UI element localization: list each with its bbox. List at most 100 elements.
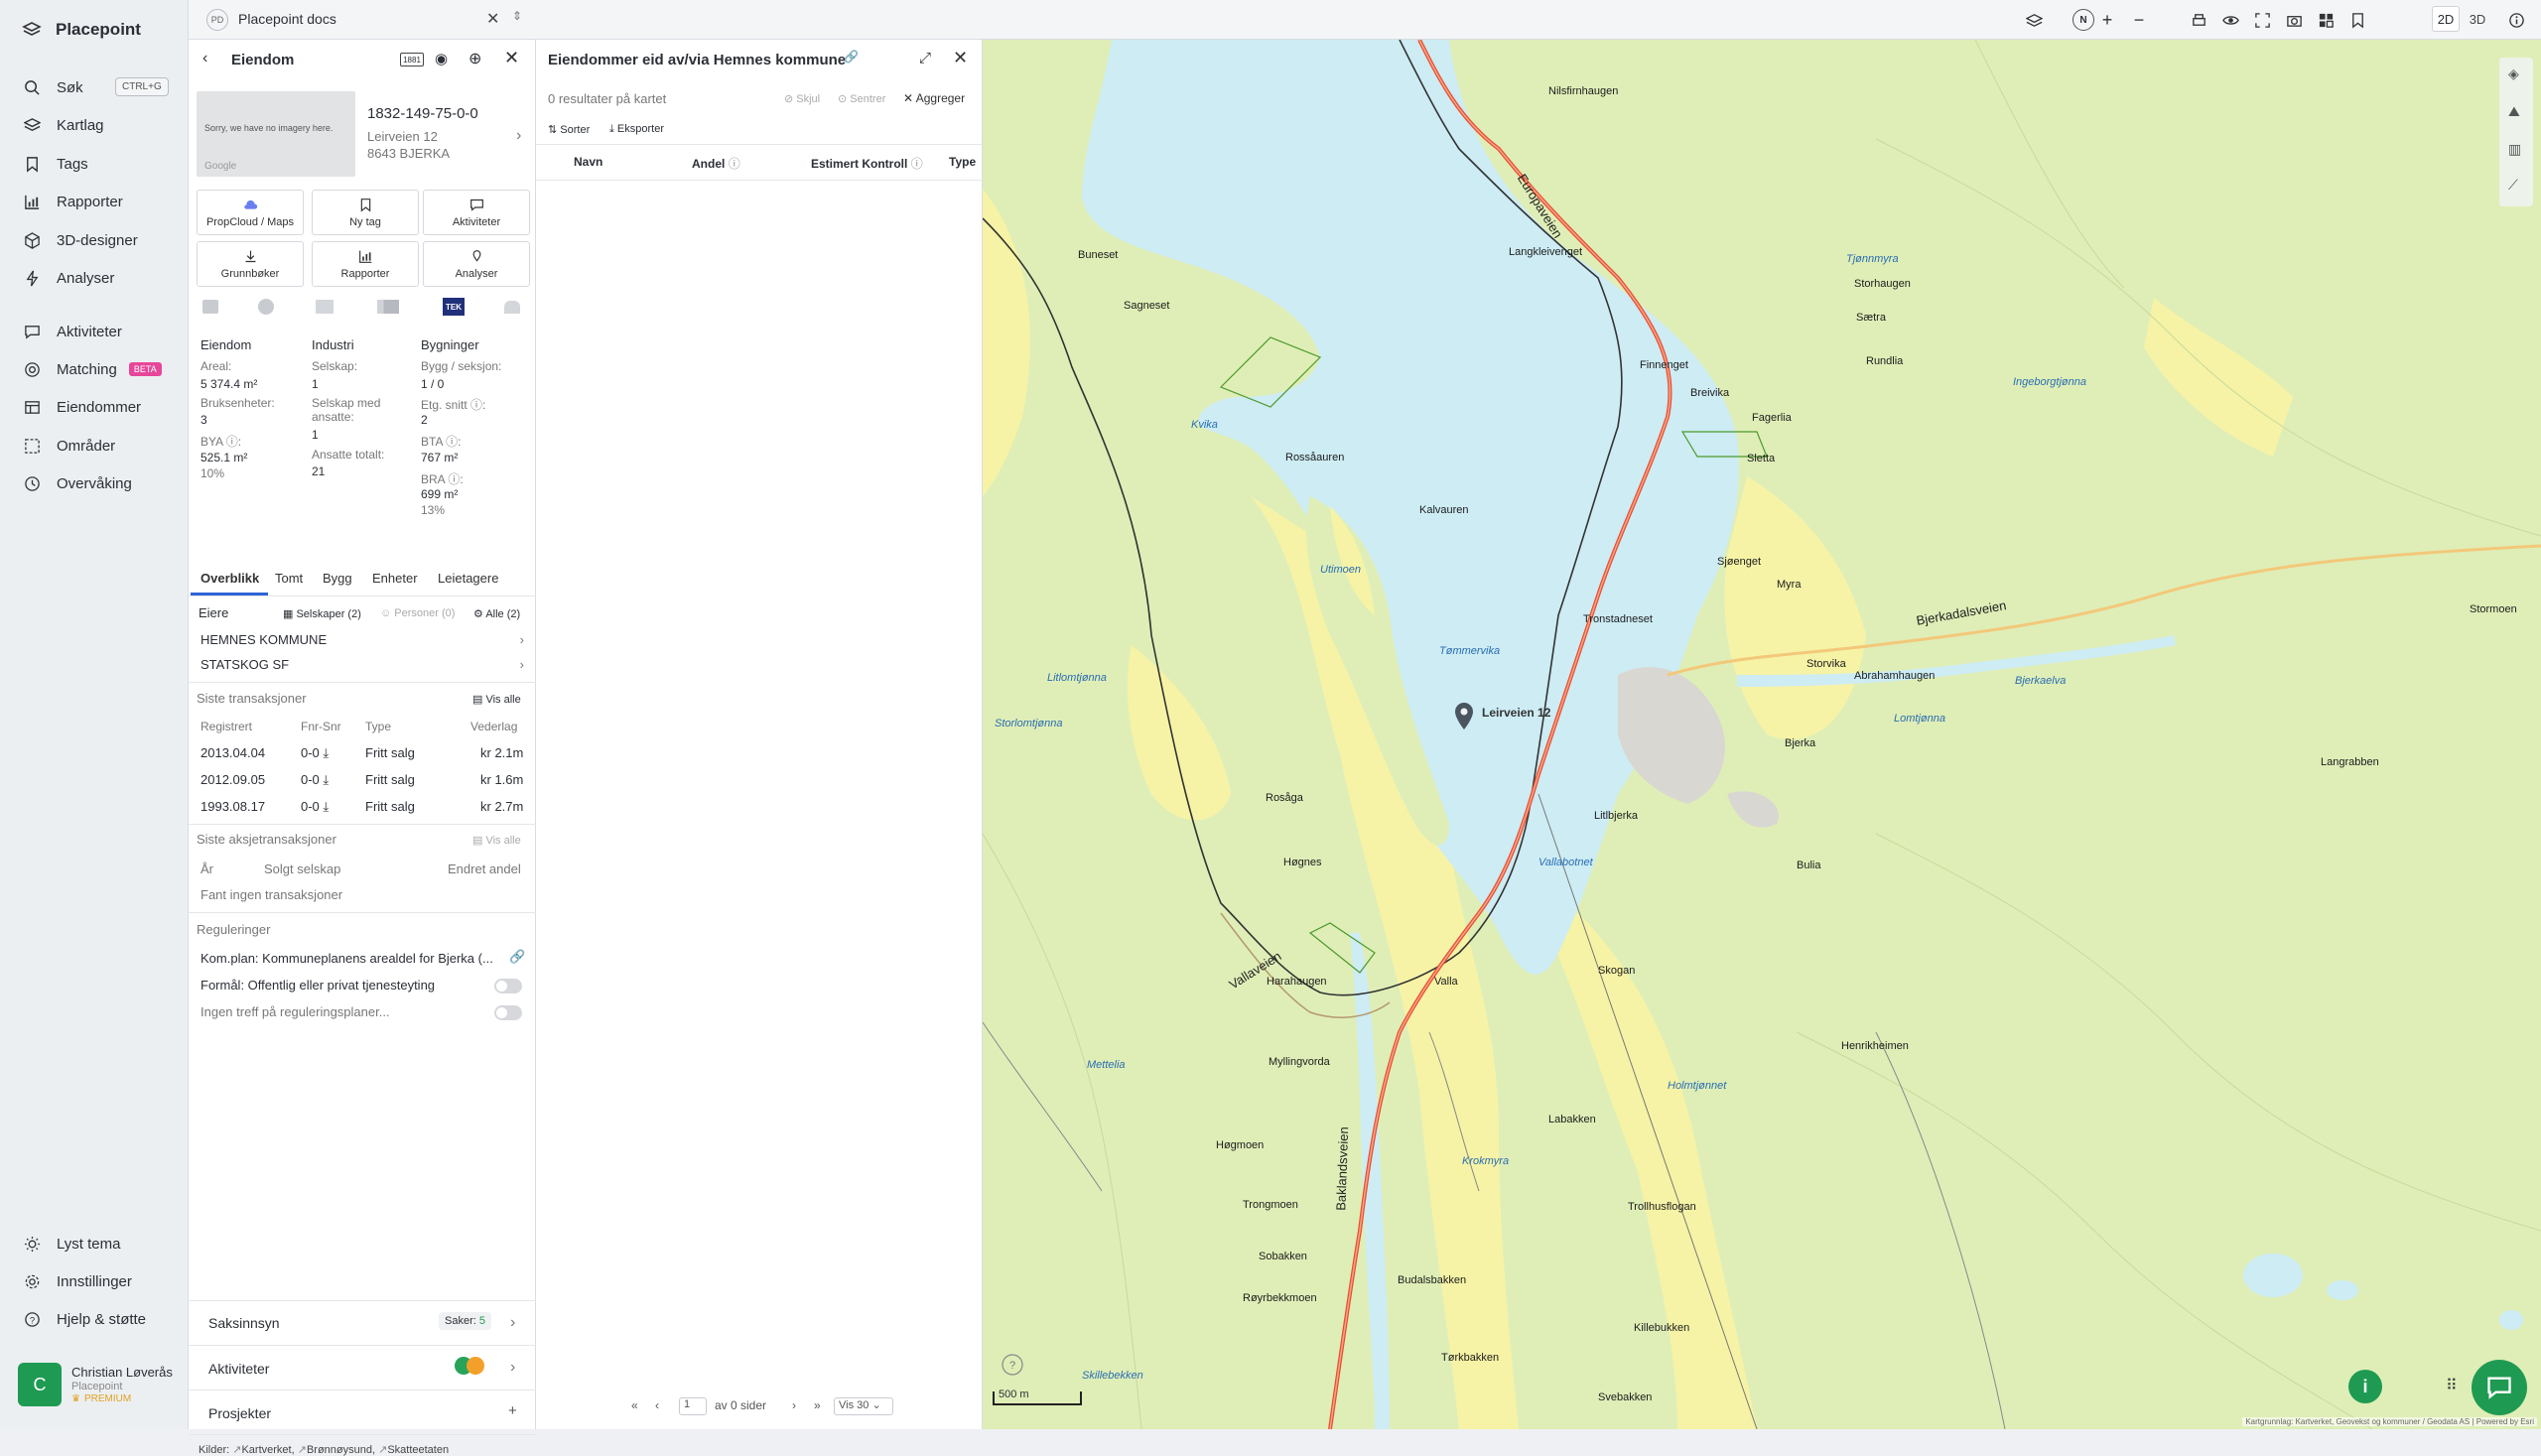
workspace-switcher-icon[interactable]: ⇕	[512, 9, 522, 23]
sort-button[interactable]: ⇅ Sorter	[548, 123, 590, 136]
tab-enheter[interactable]: Enheter	[372, 571, 418, 586]
chevron-right-icon[interactable]: ›	[516, 127, 521, 145]
section-aktiviteter[interactable]: Aktiviteter ›	[189, 1345, 536, 1390]
mode-2d-button[interactable]: 2D	[2432, 6, 2460, 32]
tek-logo[interactable]: TEK	[443, 298, 465, 316]
bookmark-icon[interactable]	[2346, 9, 2368, 31]
column-header-navn[interactable]: Navn	[574, 155, 602, 169]
page-size-select[interactable]: Vis 30 ⌄	[834, 1397, 893, 1415]
purpose-toggle[interactable]	[494, 979, 522, 993]
camera-icon[interactable]	[2283, 9, 2305, 31]
street-view-thumbnail[interactable]: Sorry, we have no imagery here. Google	[197, 91, 355, 177]
nav-item-hjelp[interactable]: ? Hjelp & støtte	[24, 1308, 173, 1330]
tab-overblikk[interactable]: Overblikk	[201, 571, 259, 586]
prev-page-icon[interactable]: ‹	[655, 1398, 659, 1412]
target-add-icon[interactable]: ⊕	[468, 49, 481, 68]
column-header-andel[interactable]: Andel ⓘ	[692, 155, 740, 172]
nav-item-eiendommer[interactable]: Eiendommer	[24, 396, 173, 418]
nav-item-aktiviteter[interactable]: Aktiviteter	[24, 321, 173, 342]
chart-icon[interactable]: ▥	[2508, 141, 2521, 158]
share-transactions-see-all[interactable]: ▤ Vis alle	[472, 834, 521, 847]
hide-button[interactable]: ⊘ Skjul	[784, 92, 820, 105]
nav-item-lyst-tema[interactable]: Lyst tema	[24, 1233, 173, 1255]
next-page-icon[interactable]: ›	[792, 1398, 796, 1412]
tab-bygg[interactable]: Bygg	[323, 571, 352, 586]
owner-row[interactable]: STATSKOG SF ›	[201, 657, 524, 672]
export-button[interactable]: ⤓ Eksporter	[609, 123, 664, 136]
house-icon[interactable]	[504, 301, 520, 314]
nav-item-omrader[interactable]: Områder	[24, 435, 173, 457]
source-link[interactable]: Brønnøysund	[307, 1444, 372, 1456]
fullscreen-icon[interactable]	[2251, 9, 2273, 31]
zoom-out-icon[interactable]: −	[2128, 9, 2150, 31]
regulation-plan[interactable]: Kom.plan: Kommuneplanens arealdel for Bj…	[201, 951, 493, 966]
propcloud-button[interactable]: PropCloud / Maps	[197, 190, 304, 235]
print-icon[interactable]	[2188, 9, 2209, 31]
filter-all[interactable]: ⚙ Alle (2)	[473, 607, 520, 620]
drag-handle-icon[interactable]: ⠿	[2446, 1376, 2458, 1395]
nav-item-rapporter[interactable]: Rapporter	[24, 191, 173, 212]
column-header-kontroll[interactable]: Estimert Kontroll ⓘ	[811, 155, 923, 172]
map-canvas[interactable]: ?	[983, 40, 2541, 1429]
workspace-title[interactable]: Placepoint docs	[238, 11, 336, 27]
property-marker-icon[interactable]	[1453, 702, 1475, 731]
source-logo-icon[interactable]	[202, 300, 218, 314]
hand-icon[interactable]	[316, 300, 334, 314]
terrain-icon[interactable]: ⛰	[2508, 103, 2520, 120]
layers-icon[interactable]	[2023, 9, 2045, 31]
map-layers-icon[interactable]: ◈	[2508, 66, 2519, 82]
filter-persons[interactable]: ☺ Personer (0)	[380, 607, 455, 619]
brand[interactable]: Placepoint	[22, 20, 141, 40]
grunnboker-button[interactable]: Grunnbøker	[197, 241, 304, 287]
tab-leietagere[interactable]: Leietagere	[438, 571, 498, 586]
nav-item-matching[interactable]: Matching BETA	[24, 358, 193, 380]
plans-toggle[interactable]	[494, 1005, 522, 1020]
cell-fnr[interactable]: 0-0 ⤓	[301, 772, 329, 788]
owner-row[interactable]: HEMNES KOMMUNE ›	[201, 632, 524, 647]
nav-item-overvaking[interactable]: Overvåking	[24, 472, 173, 494]
filter-companies[interactable]: ▦ Selskaper (2)	[283, 607, 361, 620]
chat-fab-icon[interactable]	[2472, 1360, 2527, 1415]
analyses-button[interactable]: Analyser	[423, 241, 530, 287]
page-input[interactable]: 1	[679, 1397, 707, 1415]
zoom-in-icon[interactable]: +	[2096, 9, 2118, 31]
center-button[interactable]: ⊙ Sentrer	[838, 92, 885, 105]
close-icon[interactable]: ✕	[504, 48, 519, 68]
cell-fnr[interactable]: 0-0 ⤓	[301, 745, 329, 761]
grid-icon[interactable]	[2315, 9, 2337, 31]
link-icon[interactable]: 🔗	[844, 50, 859, 64]
first-page-icon[interactable]: «	[631, 1398, 638, 1412]
compass-north-icon[interactable]: N	[2073, 9, 2094, 31]
info-fab-icon[interactable]: i	[2348, 1370, 2382, 1403]
cadastre-icon[interactable]: 1881	[400, 53, 424, 66]
cell-fnr[interactable]: 0-0 ⤓	[301, 799, 329, 815]
nav-item-tags[interactable]: Tags	[24, 153, 173, 175]
globe-icon[interactable]	[258, 299, 274, 315]
nav-item-innstillinger[interactable]: Innstillinger	[24, 1270, 173, 1292]
expand-icon[interactable]: ⤢	[919, 50, 931, 66]
measure-icon[interactable]: ⟋	[2508, 177, 2518, 194]
info-icon[interactable]	[2505, 9, 2527, 31]
buildings-icon[interactable]	[377, 300, 399, 314]
source-link[interactable]: Skatteetaten	[387, 1444, 449, 1456]
transactions-see-all[interactable]: ▤ Vis alle	[472, 693, 521, 706]
source-link[interactable]: Kartverket	[241, 1444, 291, 1456]
eye-icon[interactable]: ◉	[435, 50, 448, 67]
nav-item-kartlag[interactable]: Kartlag	[24, 114, 173, 136]
eye-icon[interactable]	[2219, 9, 2241, 31]
nav-item-analyser[interactable]: Analyser	[24, 267, 173, 289]
section-prosjekter[interactable]: Prosjekter +	[189, 1390, 536, 1434]
link-icon[interactable]: 🔗	[509, 949, 525, 965]
close-workspace-icon[interactable]: ✕	[486, 9, 499, 29]
close-icon[interactable]: ✕	[953, 48, 968, 68]
back-icon[interactable]: ‹	[202, 50, 207, 67]
activities-button[interactable]: Aktiviteter	[423, 190, 530, 235]
aggregate-button[interactable]: ✕ Aggreger	[903, 91, 965, 105]
nav-item-3d-designer[interactable]: 3D-designer	[24, 229, 173, 251]
section-saksinnsyn[interactable]: Saksinnsyn Saker: 5 ›	[189, 1300, 536, 1345]
user-profile[interactable]: C Christian Løverås Placepoint ♛ PREMIUM	[18, 1363, 173, 1406]
reports-button[interactable]: Rapporter	[312, 241, 419, 287]
last-page-icon[interactable]: »	[814, 1398, 821, 1412]
tab-tomt[interactable]: Tomt	[275, 571, 303, 586]
mode-3d-button[interactable]: 3D	[2464, 6, 2491, 32]
